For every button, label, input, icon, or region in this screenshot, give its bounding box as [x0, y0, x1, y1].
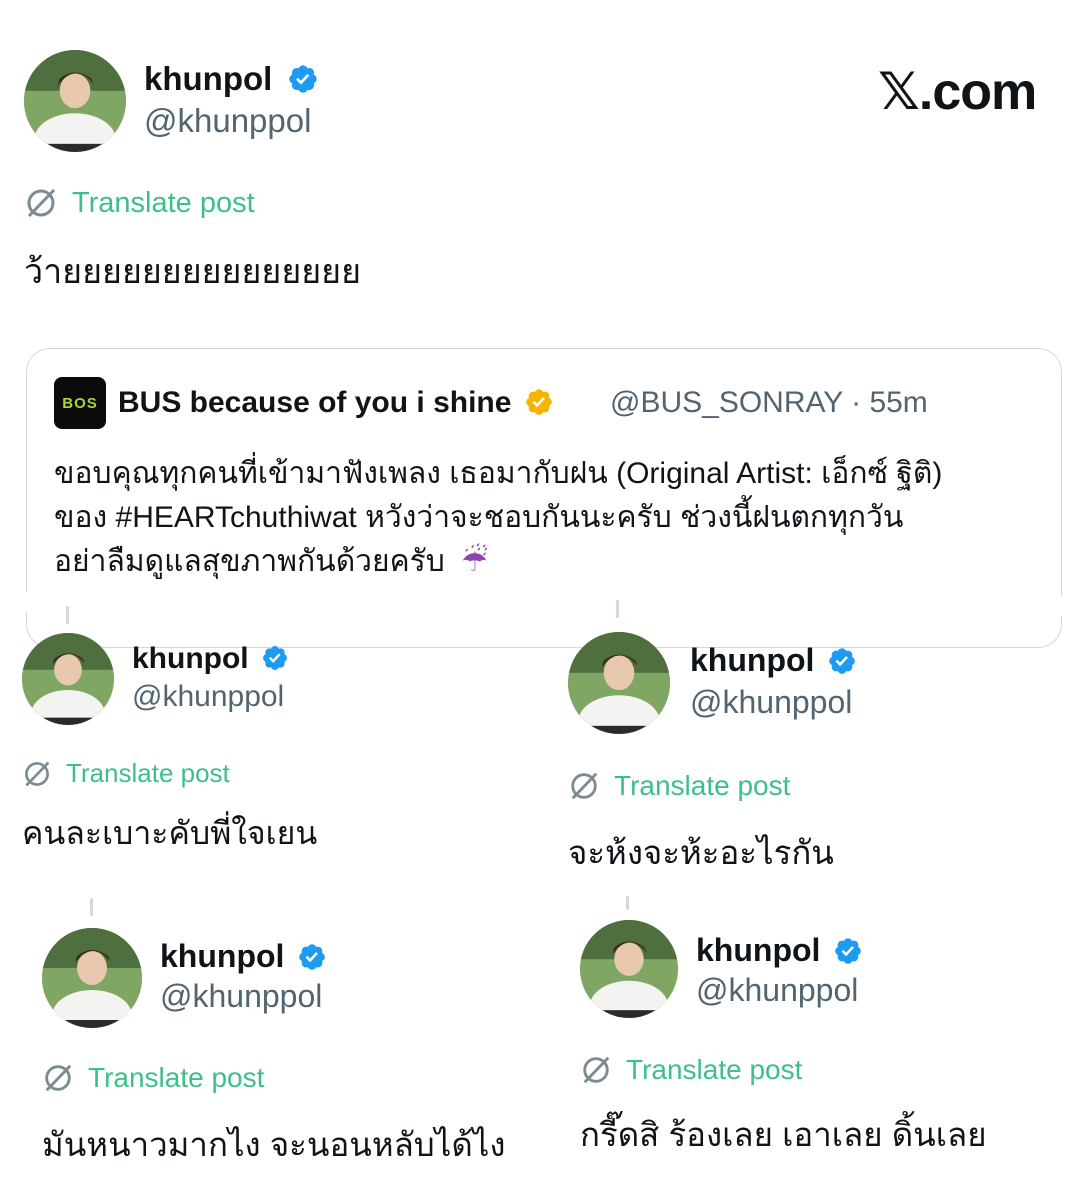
- author-handle[interactable]: @khunppol: [690, 684, 852, 721]
- translate-icon: [25, 761, 50, 786]
- author-handle[interactable]: @khunppol: [160, 978, 322, 1015]
- avatar-image: [24, 50, 126, 152]
- quoted-text-line: อย่าลืมดูแลสุขภาพกันด้วยครับ ☔: [54, 538, 488, 585]
- verified-badge-icon: [263, 646, 287, 671]
- meta-separator: ·: [851, 386, 862, 419]
- avatar[interactable]: [580, 920, 678, 1018]
- quoted-meta: @BUS_SONRAY · 55m: [610, 386, 928, 420]
- avatar-image: [580, 920, 678, 1018]
- verified-badge-icon: [299, 943, 326, 970]
- translate-post-link[interactable]: Translate post: [22, 758, 230, 789]
- quoted-author-name-text: BUS because of you i shine: [118, 386, 512, 419]
- author-name[interactable]: khunpol: [144, 60, 319, 98]
- watermark-logo: 𝕏.com: [878, 63, 1037, 121]
- translate-icon: [45, 1064, 72, 1092]
- avatar-image: [22, 633, 114, 725]
- verified-badge-icon: [289, 65, 318, 93]
- author-name-text: khunpol: [690, 642, 815, 678]
- thread-connector: [90, 898, 93, 916]
- thread-connector: [616, 600, 619, 618]
- avatar[interactable]: [568, 632, 670, 734]
- author-name-text: khunpol: [144, 60, 273, 97]
- translate-label: Translate post: [66, 758, 230, 788]
- gold-verified-badge-icon: [525, 389, 552, 415]
- author-name[interactable]: khunpol: [132, 642, 289, 676]
- post-text: ว้ายยยยยยยยยยยยยยย: [24, 253, 362, 291]
- author-handle[interactable]: @khunppol: [132, 680, 284, 714]
- author-name-text: khunpol: [696, 932, 821, 968]
- translate-icon: [27, 188, 56, 218]
- quoted-logo-text: BOS: [62, 394, 98, 412]
- translate-post-link[interactable]: Translate post: [42, 1062, 264, 1094]
- post-text: คนละเบาะคับพี่ใจเยน: [22, 815, 318, 851]
- author-name-text: khunpol: [132, 642, 249, 675]
- verified-badge-icon: [835, 937, 862, 964]
- avatar[interactable]: [22, 633, 114, 725]
- translate-icon: [583, 1056, 610, 1084]
- translate-label: Translate post: [614, 770, 791, 801]
- translate-post-link[interactable]: Translate post: [24, 186, 255, 220]
- card-divider: [545, 596, 1085, 616]
- quoted-avatar[interactable]: BOS: [54, 377, 106, 429]
- translate-label: Translate post: [72, 186, 255, 219]
- avatar[interactable]: [42, 928, 142, 1028]
- avatar[interactable]: [24, 50, 126, 152]
- author-name[interactable]: khunpol: [690, 642, 857, 679]
- author-handle[interactable]: @khunppol: [696, 972, 858, 1009]
- verified-badge-icon: [829, 647, 856, 674]
- post-text: จะห้งจะห้ะอะไรกัน: [568, 834, 834, 871]
- translate-post-link[interactable]: Translate post: [568, 770, 790, 802]
- umbrella-rain-icon: ☔: [461, 545, 489, 578]
- translate-label: Translate post: [626, 1054, 803, 1085]
- post-text: มันหนาวมากไง จะนอนหลับได้ไง: [42, 1126, 506, 1163]
- translate-post-link[interactable]: Translate post: [580, 1054, 802, 1086]
- translate-label: Translate post: [88, 1062, 265, 1093]
- thread-connector: [626, 896, 629, 910]
- quoted-text-line-content: อย่าลืมดูแลสุขภาพกันด้วยครับ: [54, 545, 445, 578]
- quoted-text-line: ขอบคุณทุกคนที่เข้ามาฟังเพลง เธอมากับฝน (…: [54, 457, 943, 490]
- avatar-image: [42, 928, 142, 1028]
- author-name-text: khunpol: [160, 938, 285, 974]
- translate-icon: [571, 772, 598, 800]
- avatar-image: [568, 632, 670, 734]
- author-name[interactable]: khunpol: [160, 938, 327, 975]
- quoted-author-name[interactable]: BUS because of you i shine: [118, 386, 554, 420]
- quoted-author-handle[interactable]: @BUS_SONRAY: [610, 386, 843, 419]
- author-handle[interactable]: @khunppol: [144, 102, 311, 140]
- author-name[interactable]: khunpol: [696, 932, 863, 969]
- post-timestamp[interactable]: 55m: [869, 386, 927, 419]
- quoted-text-line: ของ #HEARTchuthiwat หวังว่าจะชอบกันนะครั…: [54, 501, 904, 534]
- card-divider: [0, 592, 545, 612]
- thread-connector: [66, 606, 69, 624]
- post-text: กรี๊ดสิ ร้องเลย เอาเลย ดิ้นเลย: [580, 1116, 987, 1153]
